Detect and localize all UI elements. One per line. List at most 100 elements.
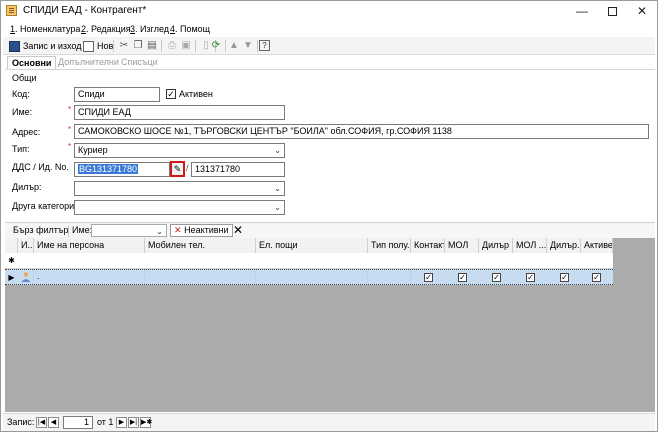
print-icon[interactable]: ⎙ xyxy=(165,39,179,53)
type-select-value: Куриер xyxy=(78,145,108,155)
name-label: Име: xyxy=(12,107,33,117)
grid-toolbar: Бърз филтър Име: ⌄ ✕ Неактивни ✕ xyxy=(5,222,655,238)
column-header-emails[interactable]: Ел. пощи xyxy=(256,238,368,253)
dealer-2-checkbox[interactable]: ✓ xyxy=(560,273,569,282)
chevron-down-icon: ⌄ xyxy=(156,227,163,236)
move-up-icon[interactable]: ▲ xyxy=(227,39,241,53)
grid-name-filter-label: Име: xyxy=(72,225,93,235)
grid-header: И... Име на персона Мобилен тел. Ел. пощ… xyxy=(5,238,613,253)
dealer-checkbox[interactable]: ✓ xyxy=(492,273,501,282)
persons-grid: И... Име на персона Мобилен тел. Ел. пощ… xyxy=(5,238,655,412)
toolbar-separator xyxy=(161,40,162,52)
menu-bar: 1. Номенклатура 2. Редакция 3. Изглед 4.… xyxy=(1,21,657,37)
clear-filter-icon[interactable]: ✕ xyxy=(233,223,243,237)
menu-help[interactable]: 4. Помощ xyxy=(170,24,210,34)
other-category-select[interactable]: ⌄ xyxy=(74,200,285,215)
maximize-button[interactable] xyxy=(597,1,627,21)
tab-additional[interactable]: Допълнителни xyxy=(54,56,123,70)
vat-label: ДДС / Ид. No. xyxy=(12,162,69,172)
tab-lists[interactable]: Списъци xyxy=(117,56,162,70)
required-mark: * xyxy=(68,125,72,134)
toolbar-separator xyxy=(68,225,69,237)
column-header-contact[interactable]: Контакт xyxy=(411,238,445,253)
toolbar-separator xyxy=(113,40,114,52)
grid-name-filter-select[interactable]: ⌄ xyxy=(91,224,167,237)
help-icon[interactable]: ? xyxy=(259,40,270,51)
id-number-input[interactable]: 131371780 xyxy=(191,162,285,177)
last-record-button[interactable]: ▶| xyxy=(128,417,139,428)
column-header-recipient-type[interactable]: Тип полу... xyxy=(368,238,411,253)
vat-input[interactable]: BG131371780 xyxy=(74,162,170,177)
dealer-select[interactable]: ⌄ xyxy=(74,181,285,196)
menu-view[interactable]: 3. Изглед xyxy=(130,24,169,34)
column-header-indicator xyxy=(5,238,18,253)
cut-icon[interactable]: ✂ xyxy=(117,39,131,53)
person-icon xyxy=(18,270,34,284)
close-button[interactable]: ✕ xyxy=(627,1,657,21)
contact-checkbox[interactable]: ✓ xyxy=(424,273,433,282)
current-record-input[interactable]: 1 xyxy=(63,416,93,429)
toolbar-separator xyxy=(257,40,258,52)
move-down-icon[interactable]: ▼ xyxy=(241,39,255,53)
pencil-icon: ✎ xyxy=(173,164,182,174)
new-row-icon: ✱ xyxy=(8,256,15,265)
toolbar-separator xyxy=(225,40,226,52)
maximize-icon xyxy=(607,7,617,17)
save-exit-button[interactable]: Запис и изход xyxy=(7,38,83,54)
refresh-icon[interactable]: ⟳ xyxy=(209,39,223,53)
mol-2-checkbox[interactable]: ✓ xyxy=(526,273,535,282)
menu-nomenclature[interactable]: 1. Номенклатура xyxy=(10,24,80,34)
name-input[interactable]: СПИДИ ЕАД xyxy=(74,105,285,120)
inactive-toggle-button[interactable]: ✕ Неактивни xyxy=(170,224,233,237)
new-button[interactable]: Нов xyxy=(81,38,115,54)
record-navigator: Запис: |◀ ◀ 1 от 1 ▶ ▶| ▶✱ xyxy=(3,413,655,431)
column-header-dealer[interactable]: Дилър xyxy=(479,238,513,253)
required-mark: * xyxy=(68,142,72,151)
paste-icon[interactable]: ▤ xyxy=(145,39,159,53)
toolbar: Запис и изход Нов ✂ ❐ ▤ ⎙ ▣ ▯ ⟳ ▲ ▼ ? xyxy=(3,37,655,55)
tab-main[interactable]: Основни xyxy=(7,56,57,70)
type-select[interactable]: Куриер ⌄ xyxy=(74,143,285,158)
print-preview-icon[interactable]: ▣ xyxy=(179,39,193,53)
column-header-dealer-2[interactable]: Дилър... xyxy=(547,238,581,253)
active-checkbox[interactable]: ✓ xyxy=(166,89,176,99)
vat-value: BG131371780 xyxy=(78,164,139,174)
code-input[interactable]: Спиди xyxy=(74,87,160,102)
person-name-cell[interactable]: . xyxy=(34,270,145,284)
copy-icon[interactable]: ❐ xyxy=(131,39,145,53)
inactive-icon: ✕ xyxy=(174,225,182,235)
table-row[interactable]: ▶ . ✓ ✓ ✓ ✓ ✓ ✓ xyxy=(5,269,613,285)
record-count-label: от 1 xyxy=(97,417,114,427)
active-row-checkbox[interactable]: ✓ xyxy=(592,273,601,282)
next-record-button[interactable]: ▶ xyxy=(116,417,127,428)
new-document-icon xyxy=(83,41,94,53)
column-header-mol-2[interactable]: МОЛ ... xyxy=(513,238,547,253)
column-header-mol[interactable]: МОЛ xyxy=(445,238,479,253)
code-label: Код: xyxy=(12,89,30,99)
toolbar-separator xyxy=(195,40,196,52)
save-icon xyxy=(9,41,20,53)
quick-filter-button[interactable]: Бърз филтър xyxy=(13,225,69,235)
window-title: СПИДИ ЕАД - Контрагент* xyxy=(23,5,147,16)
grid-new-row[interactable]: ✱ xyxy=(5,253,613,269)
menu-edit[interactable]: 2. Редакция xyxy=(81,24,131,34)
previous-record-button[interactable]: ◀ xyxy=(48,417,59,428)
column-header-name[interactable]: Име на персона xyxy=(34,238,145,253)
column-header-icon[interactable]: И... xyxy=(18,238,34,253)
first-record-button[interactable]: |◀ xyxy=(36,417,47,428)
new-record-button[interactable]: ▶✱ xyxy=(140,417,152,428)
minimize-button[interactable]: — xyxy=(567,1,597,21)
emails-cell[interactable] xyxy=(256,270,368,284)
chevron-down-icon: ⌄ xyxy=(274,184,281,193)
dealer-label: Дилър: xyxy=(12,182,42,192)
column-header-active[interactable]: Активен xyxy=(581,238,613,253)
active-label: Активен xyxy=(179,89,213,99)
address-input[interactable]: САМОКОВСКО ШОСЕ №1, ТЪРГОВСКИ ЦЕНТЪР "БО… xyxy=(74,124,649,139)
mobile-cell[interactable] xyxy=(145,270,256,284)
app-icon xyxy=(6,5,17,16)
mol-checkbox[interactable]: ✓ xyxy=(458,273,467,282)
recipient-type-cell[interactable] xyxy=(368,270,411,284)
column-header-mobile[interactable]: Мобилен тел. xyxy=(145,238,256,253)
window: СПИДИ ЕАД - Контрагент* — ✕ 1. Номенклат… xyxy=(0,0,658,432)
edit-vat-button[interactable]: ✎ xyxy=(170,161,185,177)
